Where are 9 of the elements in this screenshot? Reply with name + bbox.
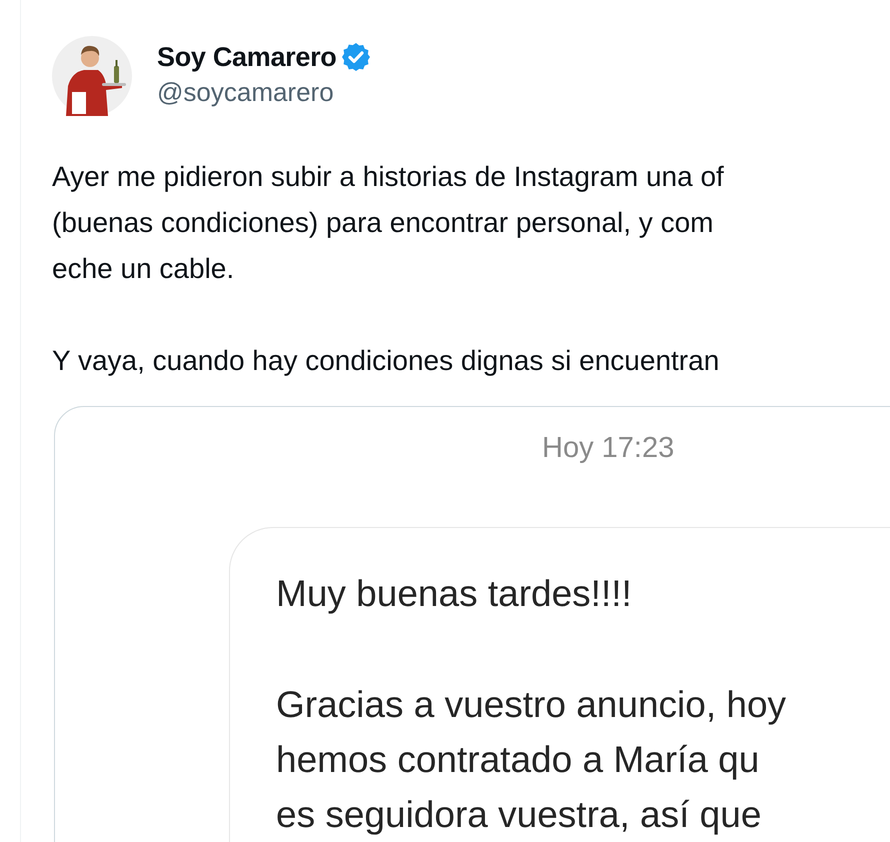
tweet-text: Ayer me pidieron subir a historias de Instagram una of (buenas condiciones) para encontrar personal, y com eche un cable. xyxy=(52,160,724,286)
message-timestamp: Hoy 17:23 xyxy=(542,431,674,466)
author-handle[interactable]: @soycamarero xyxy=(157,74,334,110)
avatar-drawing[interactable] xyxy=(52,36,132,116)
author-name[interactable]: Soy Camarero xyxy=(157,40,336,74)
message-text: Gracias a vuestro anuncio, hoy hemos contratado a María qu es seguidora vuestra, así que xyxy=(276,683,786,837)
attached-screenshot[interactable]: Hoy 17:23 Muy buenas tardes!!!! Gracias a vuestro anuncio, hoy hemos contratado a María qu es seguidora vuestra, así que xyxy=(54,406,890,842)
message-text: Muy buenas tardes!!!! xyxy=(276,572,632,616)
tweet-text: Y vaya, cuando hay condiciones dignas si encuentran xyxy=(52,344,720,378)
